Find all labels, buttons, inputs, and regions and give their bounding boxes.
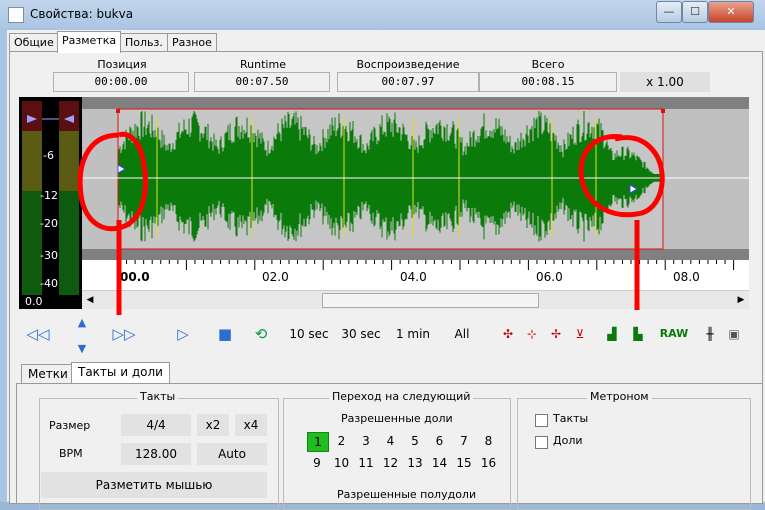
beat-toggle-12[interactable]: 12 bbox=[381, 454, 401, 472]
tab-markup[interactable]: Разметка bbox=[57, 31, 122, 53]
down-button[interactable]: ▼ bbox=[65, 338, 99, 360]
marker-tool-4-icon[interactable]: ⊻ bbox=[569, 323, 591, 345]
vu-tick: -40 bbox=[40, 277, 58, 290]
beat-number-grid: 1 2 3 4 5 6 7 8 9 10 11 12 13 14 15 16 bbox=[295, 432, 505, 476]
runtime-field: 00:07.50 bbox=[194, 72, 330, 92]
position-field: 00:00.00 bbox=[53, 72, 189, 92]
play-button[interactable]: ▷ bbox=[171, 323, 195, 345]
transition-group-title: Переход на следующий bbox=[329, 390, 474, 403]
allowed-beats-label: Разрешенные доли bbox=[341, 412, 453, 425]
stop-button[interactable]: ■ bbox=[213, 323, 237, 345]
size-label: Размер bbox=[49, 419, 91, 432]
bars-checkbox[interactable] bbox=[535, 414, 548, 427]
beat-toggle-4[interactable]: 4 bbox=[381, 432, 401, 450]
allowed-half-beats-label: Разрешенные полудоли bbox=[337, 488, 477, 501]
thirty-sec-button[interactable]: 30 sec bbox=[337, 323, 385, 345]
tab-user[interactable]: Польз. bbox=[120, 33, 168, 52]
runtime-label: Runtime bbox=[240, 58, 286, 71]
app-icon bbox=[8, 7, 24, 23]
raw-button[interactable]: RAW bbox=[657, 323, 691, 345]
beats-checkbox-label: Доли bbox=[553, 434, 583, 447]
wave-mark-icon[interactable]: ▙ bbox=[627, 323, 649, 345]
beat-toggle-11[interactable]: 11 bbox=[356, 454, 376, 472]
forward-button[interactable]: ▷▷ bbox=[107, 323, 141, 345]
total-label: Всего bbox=[531, 58, 565, 71]
vu-readout: 0.0 bbox=[25, 295, 43, 308]
beat-toggle-13[interactable]: 13 bbox=[405, 454, 425, 472]
all-button[interactable]: All bbox=[441, 323, 483, 345]
tab-general[interactable]: Общие bbox=[9, 33, 59, 52]
maximize-button[interactable]: ☐ bbox=[682, 1, 708, 23]
wave-view-icon[interactable]: ▟ bbox=[601, 323, 623, 345]
x2-button[interactable]: x2 bbox=[197, 414, 229, 436]
marker-tool-1-icon[interactable]: ✣ bbox=[497, 323, 519, 345]
beat-toggle-8[interactable]: 8 bbox=[479, 432, 499, 450]
annotation-overlay bbox=[77, 131, 665, 315]
scroll-right-icon[interactable]: ▶ bbox=[733, 291, 749, 309]
vu-tick: -6 bbox=[43, 149, 54, 162]
dialog-client: Общие Разметка Польз. Разное Позиция 00:… bbox=[7, 30, 765, 510]
close-button[interactable]: ✕ bbox=[708, 1, 754, 23]
beat-toggle-1[interactable]: 1 bbox=[307, 432, 329, 452]
size-field[interactable]: 4/4 bbox=[121, 414, 191, 436]
x4-button[interactable]: x4 bbox=[235, 414, 267, 436]
total-field: 00:08.15 bbox=[479, 72, 617, 92]
save-icon[interactable]: ▣ bbox=[723, 323, 745, 345]
up-button[interactable]: ▲ bbox=[65, 312, 99, 334]
tab-bars-beats[interactable]: Такты и доли bbox=[71, 362, 170, 384]
playback-field: 00:07.97 bbox=[337, 72, 479, 92]
vu-tick: -12 bbox=[40, 189, 58, 202]
beat-toggle-7[interactable]: 7 bbox=[454, 432, 474, 450]
beat-toggle-3[interactable]: 3 bbox=[356, 432, 376, 450]
tab-marks[interactable]: Метки bbox=[21, 364, 75, 383]
vu-tick: -30 bbox=[40, 249, 58, 262]
mark-with-mouse-button[interactable]: Разметить мышью bbox=[41, 472, 267, 498]
marker-tool-3-icon[interactable]: ✢ bbox=[545, 323, 567, 345]
beat-toggle-9[interactable]: 9 bbox=[307, 454, 327, 472]
bars-group-title: Такты bbox=[137, 390, 179, 403]
beat-toggle-6[interactable]: 6 bbox=[430, 432, 450, 450]
loop-button[interactable]: ⟲ bbox=[249, 323, 273, 345]
metronome-group-title: Метроном bbox=[587, 390, 652, 403]
beat-toggle-10[interactable]: 10 bbox=[332, 454, 352, 472]
position-label: Позиция bbox=[97, 58, 147, 71]
properties-window: Свойства: bukva — ☐ ✕ Общие Разметка Пол… bbox=[0, 0, 765, 510]
bars-checkbox-label: Такты bbox=[553, 412, 589, 425]
auto-button[interactable]: Auto bbox=[197, 443, 267, 465]
vu-tick: -20 bbox=[40, 217, 58, 230]
rewind-button[interactable]: ◁◁ bbox=[21, 323, 55, 345]
tab-misc[interactable]: Разное bbox=[167, 33, 217, 52]
beat-toggle-15[interactable]: 15 bbox=[454, 454, 474, 472]
title-bar: Свойства: bukva — ☐ ✕ bbox=[0, 0, 765, 30]
marker-tool-2-icon[interactable]: ⊹ bbox=[521, 323, 543, 345]
one-min-button[interactable]: 1 min bbox=[389, 323, 437, 345]
beat-toggle-2[interactable]: 2 bbox=[332, 432, 352, 450]
ten-sec-button[interactable]: 10 sec bbox=[285, 323, 333, 345]
beat-toggle-16[interactable]: 16 bbox=[479, 454, 499, 472]
minimize-button[interactable]: — bbox=[656, 1, 682, 23]
window-title: Свойства: bukva bbox=[30, 7, 134, 21]
beats-checkbox[interactable] bbox=[535, 436, 548, 449]
bars-beats-panel: Такты Размер 4/4 x2 x4 BPM 128.00 Auto Р… bbox=[16, 383, 763, 510]
zoom-readout: x 1.00 bbox=[620, 72, 710, 92]
playback-label: Воспроизведение bbox=[356, 58, 460, 71]
bpm-field[interactable]: 128.00 bbox=[121, 443, 191, 465]
beat-toggle-14[interactable]: 14 bbox=[430, 454, 450, 472]
beat-toggle-5[interactable]: 5 bbox=[405, 432, 425, 450]
bpm-label: BPM bbox=[59, 447, 83, 460]
beat-grid-icon[interactable]: ╫ bbox=[699, 323, 721, 345]
